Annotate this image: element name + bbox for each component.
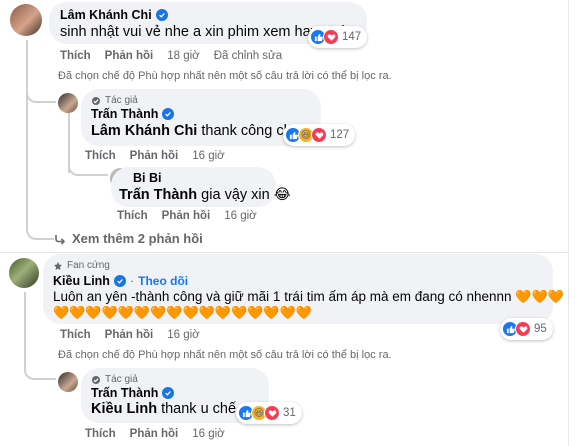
heart-emoji-row: 🧡🧡🧡🧡🧡🧡🧡🧡🧡🧡🧡🧡🧡🧡🧡🧡 [53, 305, 312, 320]
love-icon [323, 29, 339, 45]
author-badge: Tác giả [91, 95, 138, 106]
timestamp[interactable]: 16 giờ [192, 150, 224, 162]
reply-text: Trấn Thành gia vậy xin 😂 [119, 185, 291, 205]
reply-author[interactable]: Trấn Thành [91, 386, 175, 400]
reply-text: Lâm Khánh Chi thank công chúa! [91, 121, 312, 141]
reaction-summary[interactable]: 😆 127 [283, 124, 356, 146]
avatar-lam-khanh-chi[interactable] [10, 4, 42, 36]
mention-link[interactable]: Trấn Thành [119, 187, 197, 203]
author-name[interactable]: Lâm Khánh Chi [60, 8, 152, 22]
reaction-summary[interactable]: 147 [308, 26, 368, 48]
heart-emoji-icon: 🧡🧡🧡 [515, 289, 564, 304]
timestamp[interactable]: 16 giờ [224, 210, 256, 222]
comment-author[interactable]: Kiều Linh · Theo dõi [53, 274, 188, 288]
author-name[interactable]: Kiều Linh [53, 274, 110, 288]
love-icon [264, 405, 280, 421]
verified-icon [162, 387, 175, 399]
filter-note: Đã chọn chế độ Phù hợp nhất nên một số c… [58, 70, 392, 82]
like-button[interactable]: Thích [60, 329, 91, 341]
love-icon [515, 321, 531, 337]
reaction-count: 147 [342, 31, 362, 43]
fan-badge-icon [54, 261, 62, 270]
edited-label: Đã chỉnh sửa [213, 50, 283, 62]
verified-icon [113, 275, 126, 287]
reaction-count: 127 [330, 129, 350, 141]
author-badge: Tác giả [91, 374, 138, 385]
badge-label: Fan cứng [67, 260, 110, 271]
verified-icon [162, 108, 175, 120]
view-more-replies-link[interactable]: Xem thêm 2 phản hồi [54, 231, 203, 246]
reaction-summary[interactable]: 😆 31 [236, 402, 302, 424]
avatar-tran-thanh[interactable] [58, 372, 78, 392]
love-icon [311, 127, 327, 143]
timestamp[interactable]: 18 giờ [167, 50, 199, 62]
thread-hook [26, 85, 56, 103]
reply-button[interactable]: Phản hồi [105, 329, 154, 341]
reply-actions: Thích Phản hồi 16 giờ [85, 428, 225, 440]
view-more-label[interactable]: Xem thêm 2 phản hồi [72, 231, 203, 246]
timestamp[interactable]: 16 giờ [192, 428, 224, 440]
mention-link[interactable]: Lâm Khánh Chi [91, 123, 197, 139]
reply-button[interactable]: Phản hồi [162, 210, 211, 222]
author-name[interactable]: Bi Bi [133, 171, 161, 185]
like-button[interactable]: Thích [85, 428, 116, 440]
reply-button[interactable]: Phản hồi [105, 50, 154, 62]
comment-text: Luôn an yên -thành công và giữ mãi 1 trá… [53, 287, 564, 307]
avatar-kieu-linh[interactable] [9, 258, 39, 288]
comment-body: Luôn an yên -thành công và giữ mãi 1 trá… [53, 289, 512, 304]
reaction-summary[interactable]: 95 [500, 318, 553, 340]
reply-author[interactable]: Bi Bi [133, 171, 161, 185]
reaction-count: 31 [283, 407, 296, 419]
avatar-tran-thanh[interactable] [58, 93, 78, 113]
reply-bubble: Bi Bi Trấn Thành gia vậy xin 😂 [111, 167, 291, 207]
thread-line [24, 292, 26, 368]
badge-label: Tác giả [105, 374, 138, 385]
timestamp[interactable]: 16 giờ [167, 329, 199, 341]
reply-actions: Thích Phản hồi 16 giờ [117, 210, 257, 222]
author-badge: Fan cứng [53, 260, 110, 271]
like-button[interactable]: Thích [117, 210, 148, 222]
badge-icon [92, 96, 100, 105]
comment-bubble: Fan cứng Kiều Linh · Theo dõi Luôn an yê… [43, 254, 564, 324]
section-divider [0, 252, 568, 253]
like-button[interactable]: Thích [60, 50, 91, 62]
reply-button[interactable]: Phản hồi [130, 150, 179, 162]
thread-hook [68, 158, 108, 176]
badge-icon [92, 375, 100, 384]
filter-note: Đã chọn chế độ Phù hợp nhất nên một số c… [58, 349, 392, 361]
mention-link[interactable]: Kiều Linh [91, 401, 157, 417]
comment-actions: Thích Phản hồi 16 giờ [60, 329, 200, 341]
thread-line [26, 40, 28, 228]
reply-author[interactable]: Trấn Thành [91, 107, 175, 121]
author-name[interactable]: Trấn Thành [91, 107, 158, 121]
laugh-emoji-icon: 😂 [273, 187, 291, 203]
comment-author[interactable]: Lâm Khánh Chi [60, 8, 168, 22]
comment-actions: Thích Phản hồi 18 giờ Đã chỉnh sửa [60, 50, 282, 62]
thread-hook [26, 226, 54, 240]
reply-body: gia vậy xin [197, 187, 270, 203]
reaction-count: 95 [534, 323, 547, 335]
badge-label: Tác giả [105, 95, 138, 106]
comment-text: sinh nhật vui vẻ nhe a xin phim xem hay … [60, 24, 347, 40]
thread-hook [24, 362, 56, 380]
scrollbar[interactable] [568, 0, 580, 446]
reply-arrow-icon [55, 234, 66, 245]
reply-button[interactable]: Phản hồi [130, 428, 179, 440]
follow-button[interactable]: Theo dõi [138, 274, 188, 288]
author-name[interactable]: Trấn Thành [91, 386, 158, 400]
verified-icon [155, 9, 168, 21]
